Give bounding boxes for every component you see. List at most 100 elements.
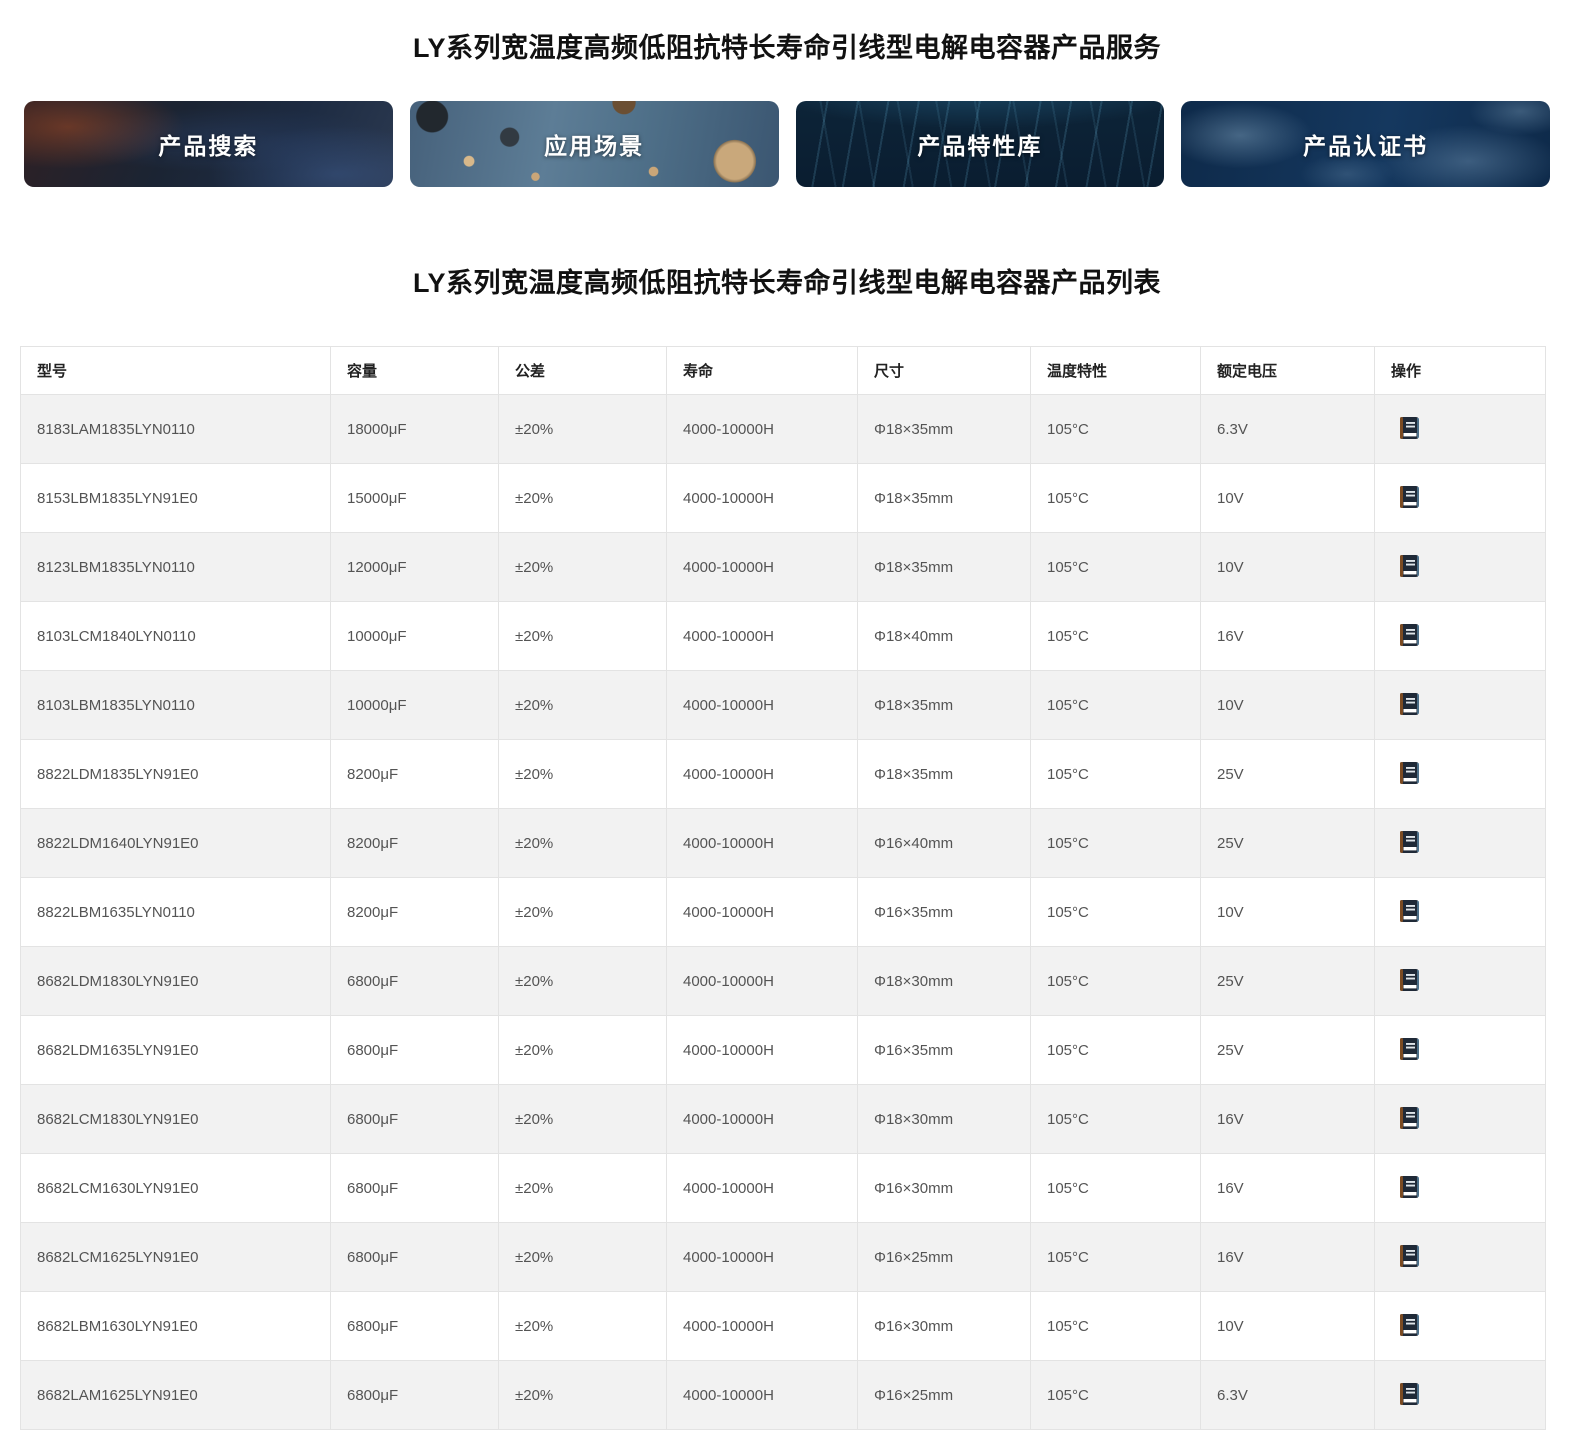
cell-capacity: 8200μF bbox=[331, 809, 499, 878]
cell-lifespan: 4000-10000H bbox=[667, 809, 858, 878]
detail-book-icon[interactable] bbox=[1397, 415, 1421, 441]
detail-book-icon[interactable] bbox=[1397, 1174, 1421, 1200]
cell-temp: 105°C bbox=[1031, 1292, 1201, 1361]
cell-voltage: 6.3V bbox=[1201, 1361, 1375, 1430]
cell-model: 8822LDM1640LYN91E0 bbox=[21, 809, 331, 878]
detail-book-icon[interactable] bbox=[1397, 967, 1421, 993]
detail-book-icon[interactable] bbox=[1397, 1105, 1421, 1131]
nav-button-product-certificates[interactable]: 产品认证书 bbox=[1181, 101, 1550, 187]
cell-action bbox=[1375, 1223, 1546, 1292]
cell-size: Φ18×35mm bbox=[858, 395, 1031, 464]
cell-action bbox=[1375, 1016, 1546, 1085]
product-table: 型号容量公差寿命尺寸温度特性额定电压操作 8183LAM1835LYN01101… bbox=[20, 346, 1546, 1430]
cell-action bbox=[1375, 464, 1546, 533]
cell-size: Φ16×35mm bbox=[858, 878, 1031, 947]
cell-lifespan: 4000-10000H bbox=[667, 1154, 858, 1223]
detail-book-icon[interactable] bbox=[1397, 1036, 1421, 1062]
cell-tolerance: ±20% bbox=[499, 1154, 667, 1223]
nav-button-label: 应用场景 bbox=[544, 127, 644, 161]
product-table-body: 8183LAM1835LYN011018000μF±20%4000-10000H… bbox=[21, 395, 1546, 1430]
product-table-container: 型号容量公差寿命尺寸温度特性额定电压操作 8183LAM1835LYN01101… bbox=[20, 346, 1550, 1430]
table-row: 8682LCM1630LYN91E06800μF±20%4000-10000HΦ… bbox=[21, 1154, 1546, 1223]
cell-voltage: 10V bbox=[1201, 1292, 1375, 1361]
cell-size: Φ16×25mm bbox=[858, 1223, 1031, 1292]
cell-lifespan: 4000-10000H bbox=[667, 1361, 858, 1430]
table-row: 8123LBM1835LYN011012000μF±20%4000-10000H… bbox=[21, 533, 1546, 602]
detail-book-icon[interactable] bbox=[1397, 760, 1421, 786]
cell-tolerance: ±20% bbox=[499, 947, 667, 1016]
cell-size: Φ16×30mm bbox=[858, 1154, 1031, 1223]
page-title-service: LY系列宽温度高频低阻抗特长寿命引线型电解电容器产品服务 bbox=[0, 0, 1574, 65]
cell-model: 8822LDM1835LYN91E0 bbox=[21, 740, 331, 809]
cell-size: Φ18×35mm bbox=[858, 464, 1031, 533]
cell-size: Φ16×35mm bbox=[858, 1016, 1031, 1085]
nav-button-product-search[interactable]: 产品搜索 bbox=[24, 101, 393, 187]
cell-temp: 105°C bbox=[1031, 1085, 1201, 1154]
table-row: 8103LCM1840LYN011010000μF±20%4000-10000H… bbox=[21, 602, 1546, 671]
nav-button-label: 产品特性库 bbox=[917, 127, 1042, 161]
detail-book-icon[interactable] bbox=[1397, 622, 1421, 648]
cell-action bbox=[1375, 1154, 1546, 1223]
column-header: 公差 bbox=[499, 347, 667, 395]
cell-lifespan: 4000-10000H bbox=[667, 671, 858, 740]
detail-book-icon[interactable] bbox=[1397, 1243, 1421, 1269]
cell-temp: 105°C bbox=[1031, 464, 1201, 533]
cell-temp: 105°C bbox=[1031, 671, 1201, 740]
detail-book-icon[interactable] bbox=[1397, 1381, 1421, 1407]
cell-temp: 105°C bbox=[1031, 947, 1201, 1016]
column-header: 温度特性 bbox=[1031, 347, 1201, 395]
detail-book-icon[interactable] bbox=[1397, 829, 1421, 855]
nav-button-application-scenes[interactable]: 应用场景 bbox=[410, 101, 779, 187]
cell-model: 8103LBM1835LYN0110 bbox=[21, 671, 331, 740]
cell-action bbox=[1375, 1361, 1546, 1430]
cell-capacity: 8200μF bbox=[331, 740, 499, 809]
cell-voltage: 10V bbox=[1201, 671, 1375, 740]
cell-voltage: 16V bbox=[1201, 1154, 1375, 1223]
cell-capacity: 6800μF bbox=[331, 947, 499, 1016]
cell-size: Φ18×30mm bbox=[858, 947, 1031, 1016]
cell-model: 8682LBM1630LYN91E0 bbox=[21, 1292, 331, 1361]
table-row: 8682LCM1625LYN91E06800μF±20%4000-10000HΦ… bbox=[21, 1223, 1546, 1292]
cell-action bbox=[1375, 740, 1546, 809]
cell-temp: 105°C bbox=[1031, 1361, 1201, 1430]
cell-capacity: 6800μF bbox=[331, 1016, 499, 1085]
cell-model: 8123LBM1835LYN0110 bbox=[21, 533, 331, 602]
cell-voltage: 10V bbox=[1201, 878, 1375, 947]
cell-lifespan: 4000-10000H bbox=[667, 464, 858, 533]
cell-tolerance: ±20% bbox=[499, 602, 667, 671]
cell-temp: 105°C bbox=[1031, 809, 1201, 878]
cell-capacity: 6800μF bbox=[331, 1085, 499, 1154]
header-row: 型号容量公差寿命尺寸温度特性额定电压操作 bbox=[21, 347, 1546, 395]
cell-size: Φ18×40mm bbox=[858, 602, 1031, 671]
cell-capacity: 6800μF bbox=[331, 1361, 499, 1430]
table-row: 8822LDM1640LYN91E08200μF±20%4000-10000HΦ… bbox=[21, 809, 1546, 878]
column-header: 型号 bbox=[21, 347, 331, 395]
detail-book-icon[interactable] bbox=[1397, 691, 1421, 717]
detail-book-icon[interactable] bbox=[1397, 553, 1421, 579]
cell-action bbox=[1375, 671, 1546, 740]
cell-capacity: 15000μF bbox=[331, 464, 499, 533]
nav-button-product-features[interactable]: 产品特性库 bbox=[796, 101, 1165, 187]
cell-voltage: 10V bbox=[1201, 533, 1375, 602]
cell-voltage: 25V bbox=[1201, 1016, 1375, 1085]
cell-voltage: 25V bbox=[1201, 947, 1375, 1016]
cell-model: 8153LBM1835LYN91E0 bbox=[21, 464, 331, 533]
detail-book-icon[interactable] bbox=[1397, 898, 1421, 924]
detail-book-icon[interactable] bbox=[1397, 1312, 1421, 1338]
cell-lifespan: 4000-10000H bbox=[667, 1085, 858, 1154]
cell-action bbox=[1375, 1085, 1546, 1154]
cell-tolerance: ±20% bbox=[499, 1292, 667, 1361]
table-row: 8183LAM1835LYN011018000μF±20%4000-10000H… bbox=[21, 395, 1546, 464]
cell-temp: 105°C bbox=[1031, 395, 1201, 464]
cell-tolerance: ±20% bbox=[499, 395, 667, 464]
cell-tolerance: ±20% bbox=[499, 464, 667, 533]
cell-voltage: 25V bbox=[1201, 809, 1375, 878]
cell-capacity: 18000μF bbox=[331, 395, 499, 464]
table-row: 8682LDM1635LYN91E06800μF±20%4000-10000HΦ… bbox=[21, 1016, 1546, 1085]
detail-book-icon[interactable] bbox=[1397, 484, 1421, 510]
cell-tolerance: ±20% bbox=[499, 740, 667, 809]
cell-model: 8183LAM1835LYN0110 bbox=[21, 395, 331, 464]
cell-tolerance: ±20% bbox=[499, 878, 667, 947]
cell-voltage: 6.3V bbox=[1201, 395, 1375, 464]
cell-voltage: 10V bbox=[1201, 464, 1375, 533]
